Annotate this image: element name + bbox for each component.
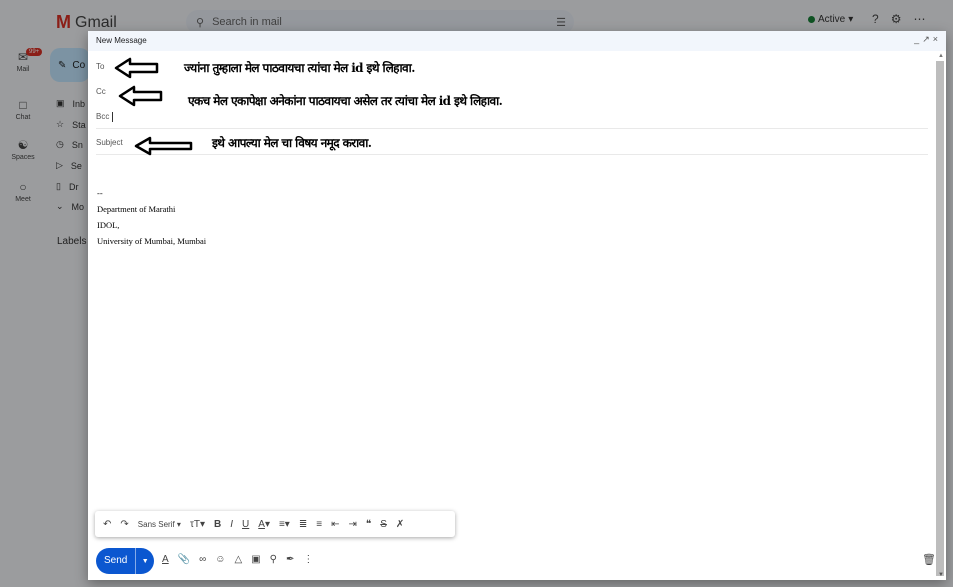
signature-separator: -- [97, 188, 103, 198]
expand-icon[interactable]: ↗ [922, 34, 930, 45]
drive-icon[interactable]: △ [234, 554, 242, 565]
signature-line: University of Mumbai, Mumbai [97, 236, 207, 246]
cc-label: Cc [96, 87, 106, 96]
left-arrow-icon [134, 136, 193, 156]
indent-less-icon[interactable]: ⇤ [331, 519, 339, 530]
subject-annotation: इथे आपल्या मेल चा विषय नमूद करावा. [212, 136, 372, 150]
send-button[interactable]: Send ▼ [96, 548, 154, 574]
link-icon[interactable]: ∞ [199, 554, 206, 565]
remove-formatting-icon[interactable]: ✗ [396, 519, 404, 530]
scroll-down-arrow[interactable]: ▼ [938, 572, 944, 578]
signature-line: Department of Marathi [97, 204, 176, 214]
scrollbar[interactable] [936, 61, 944, 576]
subject-placeholder: Subject [96, 138, 123, 147]
align-icon[interactable]: ≡▾ [279, 519, 290, 530]
to-label: To [96, 62, 105, 71]
scroll-up-arrow[interactable]: ▲ [938, 53, 944, 59]
emoji-icon[interactable]: ☺ [215, 554, 225, 565]
compose-title: New Message [96, 36, 147, 45]
undo-icon[interactable]: ↶ [103, 519, 111, 530]
subject-field[interactable]: Subject [96, 138, 123, 147]
font-size-icon[interactable]: τT▾ [190, 519, 205, 530]
minimize-icon[interactable]: _ [914, 34, 919, 45]
text-color-icon[interactable]: A▾ [258, 519, 270, 530]
to-field[interactable]: To [96, 62, 104, 71]
font-family-select[interactable]: Sans Serif ▾ [138, 520, 181, 529]
photo-icon[interactable]: ▣ [251, 554, 260, 565]
text-cursor [112, 112, 114, 122]
left-arrow-icon [118, 85, 163, 107]
bcc-label: Bcc [96, 112, 110, 122]
field-divider [96, 154, 928, 155]
to-annotation: ज्यांना तुम्हाला मेल पाठवायचा त्यांचा मे… [184, 61, 415, 75]
compose-window: New Message _ ↗ × To Cc Bcc Subject ज्या… [88, 31, 946, 580]
quote-icon[interactable]: ❝ [366, 519, 371, 530]
lock-icon[interactable]: ⚲ [270, 554, 277, 565]
redo-icon[interactable]: ↷ [120, 519, 128, 530]
send-label: Send [96, 548, 137, 574]
left-arrow-icon [114, 57, 159, 79]
formatting-toolbar: ↶ ↷ Sans Serif ▾ τT▾ B I U A▾ ≡▾ ≣ ≡ ⇤ ⇥… [95, 511, 455, 537]
cc-annotation: एकच मेल एकापेक्षा अनेकांना पाठवायचा असेल… [188, 94, 503, 108]
attach-icon[interactable]: 📎 [178, 554, 190, 565]
italic-icon[interactable]: I [230, 519, 233, 530]
chevron-down-icon[interactable]: ▼ [136, 558, 154, 565]
bcc-field[interactable]: Bcc [96, 112, 114, 122]
bold-icon[interactable]: B [214, 519, 221, 530]
cc-field[interactable]: Cc [96, 87, 106, 96]
close-icon[interactable]: × [933, 34, 938, 45]
more-options-icon[interactable]: ⋮ [303, 554, 313, 565]
email-signature[interactable]: -- Department of Marathi IDOL, Universit… [97, 185, 206, 249]
signature-line: IDOL, [97, 220, 120, 230]
field-divider [96, 128, 928, 129]
formatting-options-icon[interactable]: A [162, 554, 169, 565]
trash-icon[interactable]: 🗑 [922, 553, 936, 566]
window-controls: _ ↗ × [914, 34, 938, 45]
compose-tools: A 📎 ∞ ☺ △ ▣ ⚲ ✒ ⋮ [162, 554, 313, 565]
strikethrough-icon[interactable]: S [380, 519, 387, 530]
underline-icon[interactable]: U [242, 519, 249, 530]
numbered-list-icon[interactable]: ≣ [299, 519, 307, 530]
indent-more-icon[interactable]: ⇥ [348, 519, 356, 530]
compose-header: New Message _ ↗ × [88, 31, 946, 51]
signature-icon[interactable]: ✒ [286, 554, 294, 565]
compose-bottom-bar: Send ▼ A 📎 ∞ ☺ △ ▣ ⚲ ✒ ⋮ 🗑 [96, 548, 936, 574]
bulleted-list-icon[interactable]: ≡ [316, 519, 322, 530]
font-family-label: Sans Serif [137, 519, 175, 529]
